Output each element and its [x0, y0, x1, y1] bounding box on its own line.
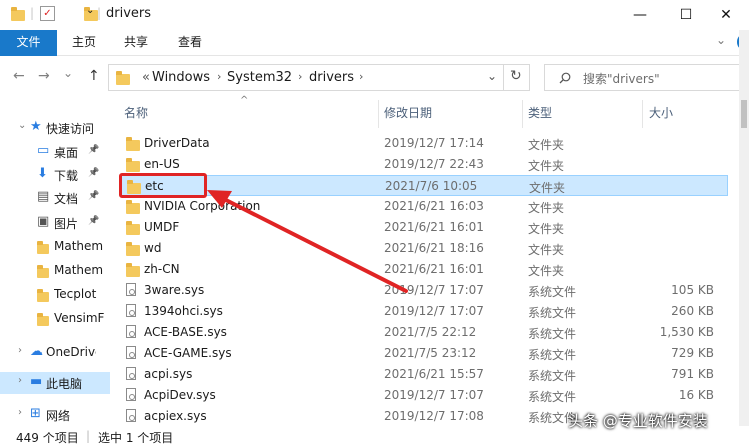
annotation-arrow	[207, 190, 408, 293]
watermark: 头条 @专业软件安装	[568, 412, 708, 430]
